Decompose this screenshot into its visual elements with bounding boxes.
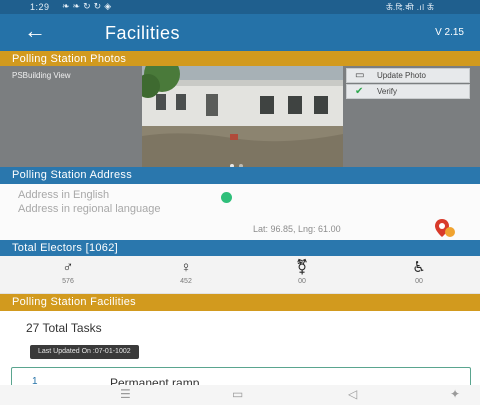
app-bar: ← Facilities V 2.15 [0, 14, 480, 51]
male-electors: ♂ 576 [38, 259, 98, 286]
system-nav-bar: ☰ ▭ ◁ ✦ [0, 385, 480, 405]
electors-section-header: Total Electors [1062] [0, 240, 480, 257]
page-title: Facilities [105, 23, 181, 43]
status-bar: 1:29 ❧❧↻↻◈ ऊँ.दि.की .ıl ऊँ [0, 0, 480, 14]
update-photo-label: Update Photo [377, 71, 426, 80]
verify-button[interactable]: ✔ Verify [346, 84, 470, 99]
total-tasks: 27 Total Tasks [26, 321, 102, 335]
app-version: V 2.15 [435, 27, 464, 38]
home-icon[interactable]: ▭ [232, 387, 243, 401]
third-gender-icon: ⚧ [295, 259, 309, 276]
pwd-electors: ♿ 00 [389, 259, 449, 286]
polling-station-photo[interactable] [142, 66, 343, 167]
third-gender-count: 00 [298, 278, 306, 285]
status-indicator [221, 192, 232, 203]
check-icon: ✔ [355, 86, 364, 97]
menu-icon[interactable]: ☰ [120, 387, 131, 401]
sync-icon: ↻ [83, 1, 94, 11]
female-electors: ♀ 452 [156, 259, 216, 286]
update-photo-button[interactable]: ▭ Update Photo [346, 68, 470, 83]
camera-icon: ▭ [355, 70, 365, 81]
address-panel: Address in English Address in regional l… [0, 184, 480, 240]
status-time: 1:29 [30, 2, 50, 12]
sync-icon: ↻ [93, 1, 105, 11]
tag-icon: ◈ [104, 1, 115, 11]
photo-label: PSBuilding View [12, 71, 71, 80]
arrow-left-icon[interactable]: ← [24, 20, 46, 42]
facilities-section-header: Polling Station Facilities [0, 294, 480, 311]
address-english: Address in English [18, 189, 110, 201]
male-icon: ♂ [62, 259, 74, 276]
verify-label: Verify [377, 87, 398, 96]
male-count: 576 [62, 278, 74, 285]
address-regional: Address in regional language [18, 203, 161, 215]
wheelchair-icon: ♿ [412, 259, 426, 276]
electors-panel: ♂ 576 ♀ 452 ⚧ 00 ♿ 00 [0, 256, 480, 294]
back-icon[interactable]: ◁ [348, 387, 357, 401]
signal-battery-info: ऊँ.दि.की .ıl ऊँ [386, 3, 434, 12]
accessibility-icon[interactable]: ✦ [450, 387, 460, 401]
notification-icons: ❧❧↻↻◈ [62, 1, 114, 12]
last-updated-badge: Last Updated On :07-01-1002 [30, 345, 139, 359]
pwd-count: 00 [415, 278, 423, 285]
photo-carousel[interactable]: PSBuilding View ▭ Update Photo ✔ Verify [0, 66, 480, 167]
lat-lng-readout: Lat: 96.85, Lng: 61.00 [253, 224, 341, 234]
twitter-icon: ❧ [72, 1, 84, 11]
third-gender-electors: ⚧ 00 [272, 259, 332, 286]
twitter-icon: ❧ [62, 1, 73, 11]
address-section-header: Polling Station Address [0, 167, 480, 184]
female-icon: ♀ [180, 259, 192, 276]
female-count: 452 [180, 278, 192, 285]
